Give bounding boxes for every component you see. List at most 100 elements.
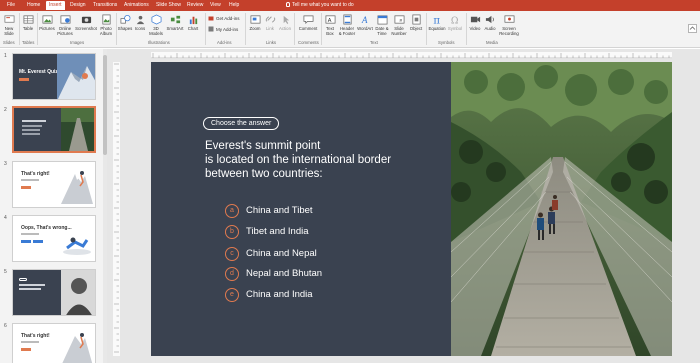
- ribbon-separator: [466, 13, 467, 45]
- tab-view[interactable]: View: [207, 1, 224, 10]
- screen-recording-icon: [504, 15, 514, 23]
- answer-option-a[interactable]: a China and Tibet: [225, 203, 313, 218]
- get-addins-button[interactable]: Get Add-ins: [208, 15, 240, 21]
- header-footer-button[interactable]: Header & Footer: [338, 12, 356, 40]
- climber-illustration: [62, 333, 93, 363]
- mountain-image: [57, 54, 95, 99]
- text-box-icon: A: [325, 15, 335, 24]
- speaker-icon: [485, 15, 494, 24]
- tab-transitions[interactable]: Transitions: [90, 1, 120, 10]
- group-label-links: Links: [266, 40, 277, 45]
- header-footer-icon: [342, 14, 352, 25]
- comment-icon: [303, 15, 313, 25]
- answer-option-c[interactable]: c China and Nepal: [225, 246, 317, 261]
- collapse-ribbon-icon[interactable]: [688, 24, 697, 33]
- thumbnail-title: That's right!: [21, 171, 50, 177]
- slide-thumbnail-4[interactable]: Oops, That's wrong...: [12, 215, 96, 262]
- pi-icon: π: [433, 16, 440, 25]
- slide-number-label: Slide Number: [391, 26, 407, 36]
- screenshot-button[interactable]: Screenshot: [75, 12, 97, 40]
- slide-thumbnail-pane[interactable]: 1 Mt. Everest Quiz 2 3 That's right! 4 O…: [0, 49, 105, 363]
- ribbon-separator: [19, 13, 20, 45]
- icons-label: Icons: [134, 26, 146, 31]
- answer-option-d[interactable]: d Nepal and Bhutan: [225, 266, 322, 281]
- thumbnail-button-shape: [19, 78, 29, 81]
- pictures-label: Pictures: [39, 26, 55, 31]
- video-button[interactable]: Video: [468, 12, 482, 40]
- text-box-button[interactable]: A Text Box: [323, 12, 337, 40]
- wordart-button[interactable]: A WordArt: [357, 12, 373, 40]
- tab-home[interactable]: Home: [24, 1, 43, 10]
- shapes-button[interactable]: Shapes: [118, 12, 132, 40]
- smartart-button[interactable]: SmartArt: [166, 12, 184, 40]
- question-text[interactable]: Everest's summit point is located on the…: [205, 139, 445, 181]
- link-icon: [265, 16, 275, 23]
- thumbnail-text-line: [22, 120, 46, 122]
- symbol-button[interactable]: Ω Symbol: [447, 12, 463, 40]
- object-button[interactable]: Object: [408, 12, 424, 40]
- audio-button[interactable]: Audio: [483, 12, 497, 40]
- slide-thumbnail-3[interactable]: That's right!: [12, 161, 96, 208]
- tab-insert[interactable]: Insert: [46, 1, 65, 10]
- ribbon-separator: [37, 13, 38, 45]
- photo-album-label: Photo Album: [99, 26, 113, 36]
- link-label: Link: [266, 26, 274, 31]
- thumbnail-text-line: [22, 133, 40, 135]
- screen-recording-button[interactable]: Screen Recording: [498, 12, 520, 40]
- action-button[interactable]: Action: [278, 12, 292, 40]
- photo-album-button[interactable]: Photo Album: [98, 12, 114, 40]
- smartart-icon: [170, 15, 180, 24]
- answer-option-b[interactable]: b Tibet and India: [225, 224, 309, 239]
- pictures-button[interactable]: Pictures: [39, 12, 55, 40]
- tab-review[interactable]: Review: [184, 1, 206, 10]
- link-button[interactable]: Link: [264, 12, 276, 40]
- suspension-bridge-photo[interactable]: [451, 62, 672, 356]
- calendar-icon: [377, 15, 387, 25]
- thumbnail-number: 5: [4, 269, 7, 275]
- tab-animations[interactable]: Animations: [121, 1, 152, 10]
- action-label: Action: [279, 26, 291, 31]
- question-line: is located on the international border: [205, 154, 392, 166]
- 3d-models-button[interactable]: 3D Models: [148, 12, 164, 40]
- cube-icon: [151, 14, 161, 25]
- my-addins-button[interactable]: My Add-ins: [208, 26, 238, 32]
- date-time-button[interactable]: Date & Time: [375, 12, 389, 40]
- slide-thumbnail-6[interactable]: That's right!: [12, 323, 96, 363]
- slide-thumbnail-2[interactable]: [12, 106, 96, 153]
- slide-thumbnail-1[interactable]: Mt. Everest Quiz: [12, 53, 96, 100]
- zoom-button[interactable]: Zoom: [248, 12, 262, 40]
- addins-icon: [208, 26, 214, 32]
- table-icon: [23, 15, 33, 24]
- tab-slide-show[interactable]: Slide Show: [153, 1, 184, 10]
- chart-button[interactable]: Chart: [186, 12, 200, 40]
- new-slide-button[interactable]: New Slide: [2, 12, 16, 40]
- option-text: Nepal and Bhutan: [246, 268, 323, 279]
- shapes-icon: [120, 15, 130, 24]
- online-pictures-label: Online Pictures: [57, 26, 73, 36]
- svg-text:Ω: Ω: [450, 16, 458, 25]
- table-button[interactable]: Table: [22, 12, 34, 40]
- table-label: Table: [22, 26, 34, 31]
- icons-button[interactable]: Icons: [134, 12, 146, 40]
- tab-file[interactable]: File: [4, 1, 18, 10]
- tab-help[interactable]: Help: [226, 1, 242, 10]
- thumbnail-text-line: [22, 125, 42, 127]
- tell-me-search[interactable]: Tell me what you want to do: [286, 1, 354, 10]
- online-pictures-button[interactable]: Online Pictures: [57, 12, 73, 40]
- equation-label: Equation: [428, 26, 446, 31]
- group-label-illustrations: Illustrations: [148, 40, 170, 45]
- chart-label: Chart: [187, 26, 199, 31]
- svg-text:A: A: [360, 15, 367, 25]
- answer-option-e[interactable]: e China and India: [225, 287, 313, 302]
- thumbnail-text-line: [21, 341, 39, 343]
- screen-recording-label: Screen Recording: [499, 26, 519, 36]
- equation-button[interactable]: π Equation: [428, 12, 446, 40]
- horizontal-ruler: [151, 52, 672, 59]
- question-line: Everest's summit point: [205, 140, 321, 152]
- new-slide-label: New Slide: [4, 26, 14, 36]
- current-slide[interactable]: Choose the answer Everest's summit point…: [151, 62, 672, 356]
- tab-design[interactable]: Design: [67, 1, 89, 10]
- comment-button[interactable]: Comment: [297, 12, 319, 40]
- slide-thumbnail-5[interactable]: [12, 269, 96, 316]
- slide-number-button[interactable]: # Slide Number: [391, 12, 407, 40]
